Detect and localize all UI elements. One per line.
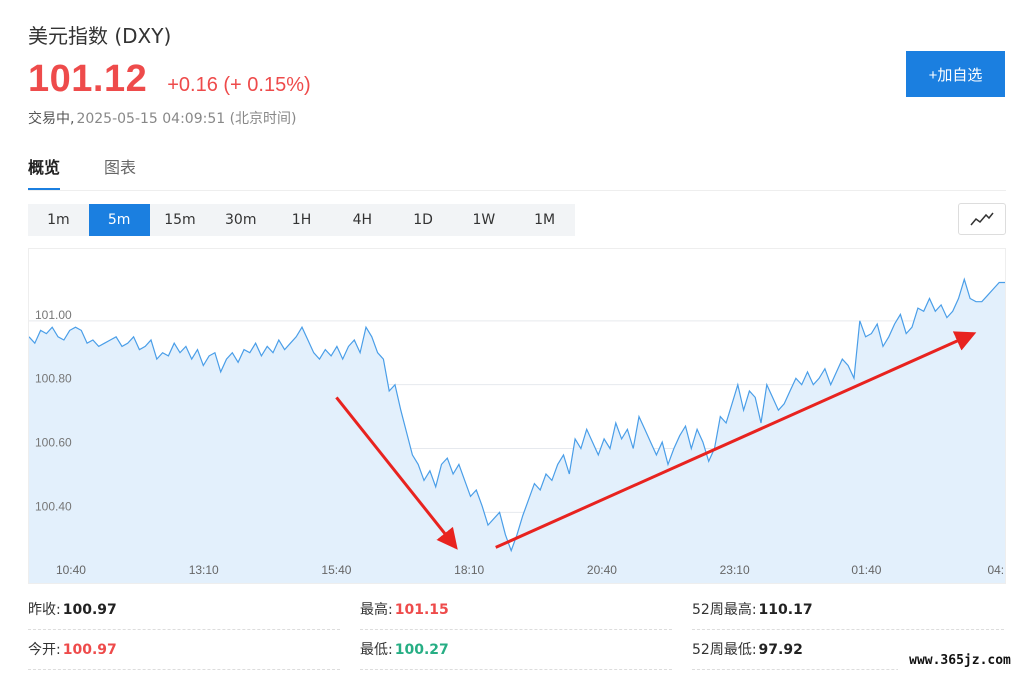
x-tick-label: 04:1 bbox=[987, 563, 1005, 577]
x-tick-label: 23:10 bbox=[720, 563, 750, 577]
status-text: 交易中, bbox=[28, 111, 75, 127]
chart-svg: 101.00 100.80 100.60 100.40 10:40 13:10 15:40 1… bbox=[29, 277, 1005, 583]
timestamp: 2025-05-15 04:09:51 (北京时间) bbox=[76, 111, 297, 127]
price-row: 101.12 +0.16 (+ 0.15%) bbox=[28, 58, 311, 101]
stat-value: 101.15 bbox=[394, 602, 449, 618]
stat-label: 52周最高: bbox=[692, 602, 757, 618]
x-tick-label: 18:10 bbox=[454, 563, 484, 577]
y-tick-label: 100.40 bbox=[35, 499, 72, 513]
stat-label: 昨收: bbox=[28, 602, 61, 618]
watermark: www.365jz.com bbox=[898, 650, 1022, 672]
y-tick-label: 100.60 bbox=[35, 435, 72, 449]
period-4h[interactable]: 4H bbox=[332, 204, 393, 236]
y-tick-label: 100.80 bbox=[35, 372, 72, 386]
stat-value: 100.97 bbox=[62, 602, 117, 618]
stat-prev-close: 昨收: 100.97 bbox=[28, 590, 340, 630]
stat-value: 100.27 bbox=[394, 642, 449, 658]
period-1w[interactable]: 1W bbox=[453, 204, 514, 236]
stat-open: 今开: 100.97 bbox=[28, 630, 340, 670]
stat-label: 52周最低: bbox=[692, 642, 757, 658]
tab-bar: 概览 图表 bbox=[28, 154, 180, 191]
stat-high: 最高: 101.15 bbox=[360, 590, 672, 630]
x-tick-label: 13:10 bbox=[189, 563, 219, 577]
tabs-divider bbox=[28, 190, 1006, 191]
y-tick-label: 101.00 bbox=[35, 308, 72, 322]
stat-value: 97.92 bbox=[758, 642, 803, 658]
stat-value: 100.97 bbox=[62, 642, 117, 658]
add-watchlist-button[interactable]: +加自选 bbox=[906, 51, 1005, 97]
page-title: 美元指数 (DXY) bbox=[28, 24, 172, 48]
stat-label: 最高: bbox=[360, 602, 393, 618]
period-30m[interactable]: 30m bbox=[210, 204, 271, 236]
chart-type-button[interactable] bbox=[958, 203, 1006, 235]
period-5m[interactable]: 5m bbox=[88, 204, 150, 236]
period-selector: 1m 5m 15m 30m 1H 4H 1D 1W 1M bbox=[28, 204, 575, 236]
period-1mo[interactable]: 1M bbox=[514, 204, 575, 236]
stat-label: 最低: bbox=[360, 642, 393, 658]
stat-low: 最低: 100.27 bbox=[360, 630, 672, 670]
x-tick-label: 20:40 bbox=[587, 563, 617, 577]
trading-status: 交易中, 2025-05-15 04:09:51 (北京时间) bbox=[28, 108, 297, 128]
price-chart: 101.00 100.80 100.60 100.40 10:40 13:10 15:40 1… bbox=[28, 248, 1006, 584]
price-change: +0.16 (+ 0.15%) bbox=[167, 74, 311, 96]
period-1h[interactable]: 1H bbox=[271, 204, 332, 236]
period-1d[interactable]: 1D bbox=[393, 204, 454, 236]
x-tick-label: 01:40 bbox=[851, 563, 881, 577]
stat-value: 110.17 bbox=[758, 602, 813, 618]
period-1m[interactable]: 1m bbox=[28, 204, 89, 236]
current-price: 101.12 bbox=[28, 58, 148, 100]
stat-52w-high: 52周最高: 110.17 bbox=[692, 590, 1004, 630]
x-tick-label: 10:40 bbox=[56, 563, 86, 577]
stat-label: 今开: bbox=[28, 642, 61, 658]
x-tick-label: 15:40 bbox=[321, 563, 351, 577]
tab-overview[interactable]: 概览 bbox=[28, 154, 61, 191]
period-15m[interactable]: 15m bbox=[150, 204, 211, 236]
line-chart-icon bbox=[970, 212, 994, 226]
tab-chart[interactable]: 图表 bbox=[104, 154, 136, 191]
